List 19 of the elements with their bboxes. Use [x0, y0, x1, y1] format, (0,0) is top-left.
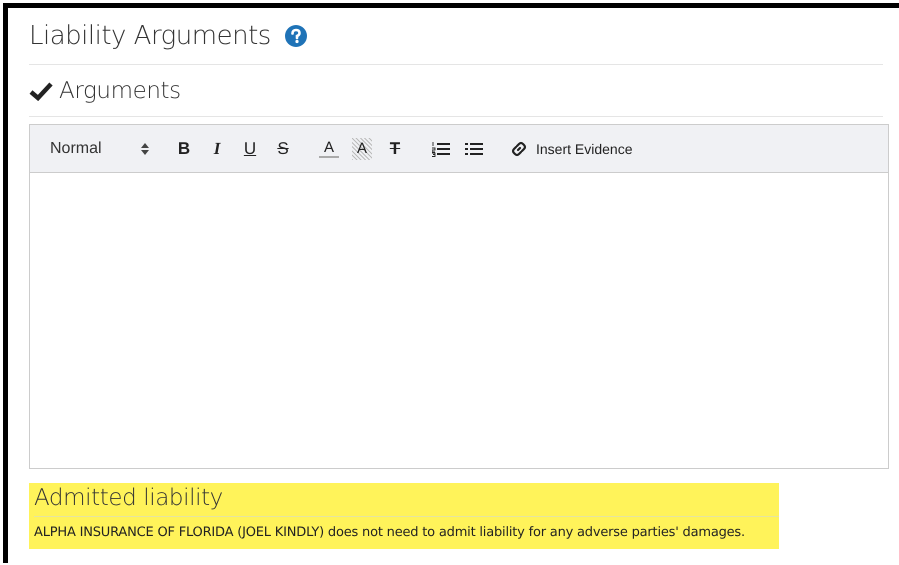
italic-button[interactable]: I: [207, 138, 227, 160]
strikethrough-button[interactable]: S: [273, 138, 293, 160]
bold-button[interactable]: B: [174, 138, 194, 160]
bullet-list-icon: [465, 140, 483, 156]
insert-evidence-button[interactable]: Insert Evidence: [511, 140, 632, 156]
help-icon[interactable]: [284, 25, 307, 47]
text-editor[interactable]: Normal B I U S A A T Insert Evidence: [29, 124, 889, 469]
link-icon: [511, 140, 527, 156]
notice-title: Admitted liability: [34, 485, 779, 517]
numbered-list-icon: [432, 140, 450, 156]
underline-button[interactable]: U: [240, 138, 260, 160]
background-color-button[interactable]: A: [352, 138, 372, 160]
page-title: Liability Arguments: [29, 21, 271, 51]
notice-text: ALPHA INSURANCE OF FLORIDA (JOEL KINDLY) does not need to admit liability for any adverse parties' damages.: [34, 525, 746, 540]
text-color-button[interactable]: A: [319, 140, 339, 158]
sort-caret-icon: [140, 142, 150, 156]
section-title: Arguments: [59, 78, 181, 104]
clear-format-button[interactable]: T: [385, 138, 405, 160]
format-dropdown[interactable]: Normal: [50, 140, 150, 158]
